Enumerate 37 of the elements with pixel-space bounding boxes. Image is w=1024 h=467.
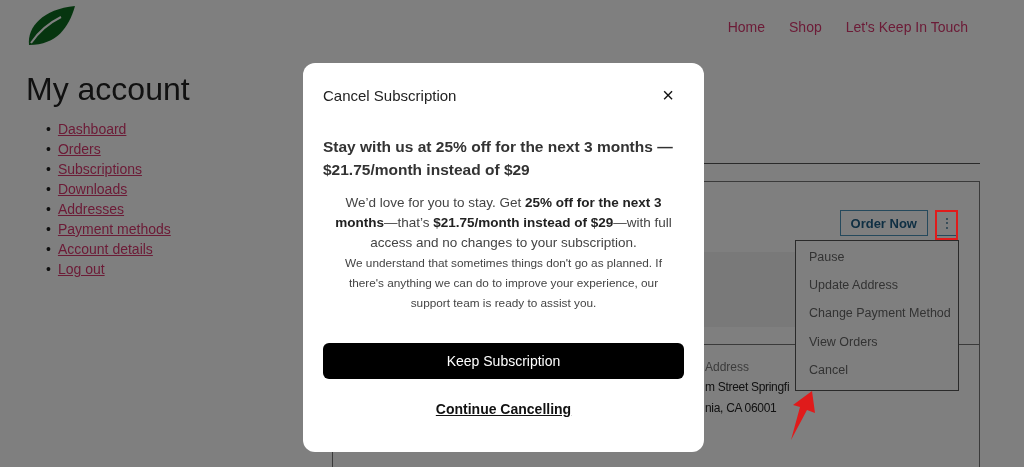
offer-text: We’d love for you to stay. Get 25% off for the next 3 months—that’s $21.75/month instead of $29—with full access and no changes to your subscription.: [334, 194, 673, 252]
account-nav-link[interactable]: Dashboard: [57, 119, 127, 139]
close-button[interactable]: ×: [662, 86, 684, 104]
list-bullet: •: [46, 140, 51, 159]
account-nav-link[interactable]: Payment methods: [57, 219, 171, 239]
list-bullet: •: [46, 200, 51, 219]
account-nav-link[interactable]: Addresses: [57, 199, 125, 219]
highlight-frame: [935, 210, 958, 240]
account-nav-link[interactable]: Account details: [57, 239, 153, 259]
nav-link[interactable]: Home: [727, 19, 765, 47]
account-nav-link[interactable]: Subscriptions: [57, 159, 142, 179]
menu-item[interactable]: View Orders: [796, 333, 958, 362]
keep-subscription-button[interactable]: Keep Subscription: [323, 343, 684, 379]
dialog-title: Cancel Subscription: [323, 86, 457, 104]
menu-item[interactable]: Update Address: [796, 277, 958, 306]
order-now-button[interactable]: Order Now: [839, 210, 928, 236]
nav-link[interactable]: Shop: [789, 19, 822, 47]
support-text: We understand that sometimes things don't go as planned. If there's anything we can do to improve your experience, our support team is ready to assist you.: [344, 255, 663, 312]
account-nav-link[interactable]: Orders: [57, 139, 101, 159]
list-bullet: •: [46, 260, 51, 279]
account-nav-link[interactable]: Log out: [57, 259, 105, 279]
menu-item[interactable]: Change Payment Method: [796, 305, 958, 334]
offer-heading: Stay with us at 25% off for the next 3 months — $21.75/month instead of $29: [323, 137, 674, 180]
account-nav-link[interactable]: Downloads: [57, 179, 128, 199]
address-line: m Street Springfi: [705, 379, 790, 396]
address-label: Address: [705, 359, 750, 375]
annotation-arrow: [788, 391, 816, 441]
menu-item[interactable]: Cancel: [796, 361, 958, 390]
menu-item[interactable]: Pause: [796, 249, 958, 278]
nav-link[interactable]: Let's Keep In Touch: [845, 19, 968, 47]
list-bullet: •: [46, 240, 51, 259]
list-bullet: •: [46, 160, 51, 179]
list-bullet: •: [46, 180, 51, 199]
address-line: nia, CA 06001: [705, 400, 777, 417]
list-bullet: •: [46, 220, 51, 239]
list-bullet: •: [46, 120, 51, 139]
continue-cancelling-link[interactable]: Continue Cancelling: [435, 401, 572, 417]
